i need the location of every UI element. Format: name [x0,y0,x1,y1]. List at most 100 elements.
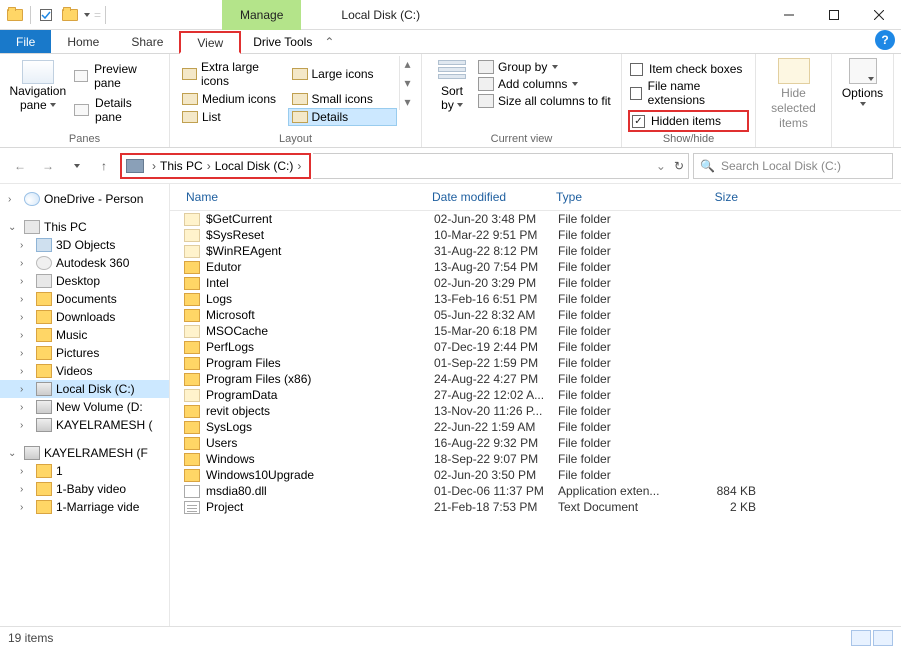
file-row[interactable]: MSOCache15-Mar-20 6:18 PMFile folder [170,323,901,339]
close-button[interactable] [856,0,901,30]
file-row[interactable]: $WinREAgent31-Aug-22 8:12 PMFile folder [170,243,901,259]
breadcrumb-this-pc[interactable]: This PC [160,159,203,173]
search-input[interactable]: 🔍 Search Local Disk (C:) [693,153,893,179]
file-row[interactable]: Windows10Upgrade02-Jun-20 3:50 PMFile fo… [170,467,901,483]
tree-new-volume-d[interactable]: ›New Volume (D: [0,398,169,416]
details-pane-button[interactable]: Details pane [70,94,163,126]
tree-videos[interactable]: ›Videos [0,362,169,380]
tab-share[interactable]: Share [115,30,179,53]
layout-large[interactable]: Large icons [288,58,398,90]
tab-drive-tools[interactable]: Drive Tools [241,30,324,53]
item-checkboxes-toggle[interactable]: Item check boxes [628,62,749,76]
file-extensions-toggle[interactable]: File name extensions [628,79,749,107]
refresh-button[interactable]: ↻ [674,159,684,173]
file-row[interactable]: Users16-Aug-22 9:32 PMFile folder [170,435,901,451]
folder-icon [184,325,200,338]
layout-gallery-scroll[interactable]: ▴▾▾ [399,56,415,110]
column-size[interactable]: Size [666,188,746,206]
qat-check-icon[interactable] [35,4,57,26]
thumbnails-view-toggle[interactable] [873,630,893,646]
tree-downloads[interactable]: ›Downloads [0,308,169,326]
file-row[interactable]: msdia80.dll01-Dec-06 11:37 PMApplication… [170,483,901,499]
tree-baby-video[interactable]: ›1-Baby video [0,480,169,498]
file-row[interactable]: Microsoft05-Jun-22 8:32 AMFile folder [170,307,901,323]
qat-folder-icon[interactable] [59,4,81,26]
file-row[interactable]: Project21-Feb-18 7:53 PMText Document2 K… [170,499,901,515]
tree-marriage-video[interactable]: ›1-Marriage vide [0,498,169,516]
file-row[interactable]: SysLogs22-Jun-22 1:59 AMFile folder [170,419,901,435]
file-row[interactable]: Program Files01-Sep-22 1:59 PMFile folde… [170,355,901,371]
preview-pane-button[interactable]: Preview pane [70,60,163,92]
navigation-tree[interactable]: ›OneDrive - Person ⌄This PC ›3D Objects … [0,184,170,626]
tree-autodesk[interactable]: ›Autodesk 360 [0,254,169,272]
chevron-down-icon [457,103,463,107]
qat-customize-caret[interactable] [84,13,90,17]
options-button[interactable]: Options [832,54,894,147]
tree-local-disk-c[interactable]: ›Local Disk (C:) [0,380,169,398]
collapse-ribbon-button[interactable]: ⌃ [324,30,334,53]
tab-file[interactable]: File [0,30,51,53]
chevron-right-icon[interactable]: › [207,159,211,173]
tab-view[interactable]: View [179,31,241,54]
file-row[interactable]: Windows18-Sep-22 9:07 PMFile folder [170,451,901,467]
layout-small[interactable]: Small icons [288,90,398,108]
navigation-pane-button[interactable]: Navigation pane [6,56,70,126]
search-placeholder: Search Local Disk (C:) [721,159,841,173]
column-date[interactable]: Date modified [424,188,548,206]
tree-3d-objects[interactable]: ›3D Objects [0,236,169,254]
column-name[interactable]: Name [170,188,424,206]
hide-selected-button[interactable]: Hide selecteditems [756,54,832,147]
file-row[interactable]: Program Files (x86)24-Aug-22 4:27 PMFile… [170,371,901,387]
file-row[interactable]: $SysReset10-Mar-22 9:51 PMFile folder [170,227,901,243]
hidden-items-toggle[interactable]: ✓Hidden items [628,110,749,132]
size-columns-button[interactable]: Size all columns to fit [476,93,613,109]
tree-music[interactable]: ›Music [0,326,169,344]
tree-kayelramesh-f[interactable]: ⌄KAYELRAMESH (F [0,444,169,462]
address-bar[interactable]: ⌄ ↻ [313,153,689,179]
file-row[interactable]: PerfLogs07-Dec-19 2:44 PMFile folder [170,339,901,355]
file-row[interactable]: revit objects13-Nov-20 11:26 P...File fo… [170,403,901,419]
file-row[interactable]: Intel02-Jun-20 3:29 PMFile folder [170,275,901,291]
up-button[interactable]: ↑ [92,154,116,178]
tab-home[interactable]: Home [51,30,115,53]
sort-by-button[interactable]: Sort by [428,56,476,112]
column-type[interactable]: Type [548,188,666,206]
tree-documents[interactable]: ›Documents [0,290,169,308]
forward-button[interactable]: → [36,154,60,178]
tree-desktop[interactable]: ›Desktop [0,272,169,290]
group-by-button[interactable]: Group by [476,59,613,75]
navigation-pane-icon [22,60,54,84]
minimize-button[interactable] [766,0,811,30]
tree-folder-1[interactable]: ›1 [0,462,169,480]
chevron-right-icon[interactable]: › [152,159,156,173]
layout-details[interactable]: Details [288,108,398,126]
history-dropdown-icon[interactable]: ⌄ [656,159,666,173]
tree-this-pc[interactable]: ⌄This PC [0,218,169,236]
file-row[interactable]: $GetCurrent02-Jun-20 3:48 PMFile folder [170,211,901,227]
maximize-button[interactable] [811,0,856,30]
breadcrumb[interactable]: › This PC › Local Disk (C:) › [120,153,311,179]
file-row[interactable]: Logs13-Feb-16 6:51 PMFile folder [170,291,901,307]
layout-medium[interactable]: Medium icons [178,90,288,108]
add-columns-button[interactable]: Add columns [476,76,613,92]
tree-kayelramesh[interactable]: ›KAYELRAMESH ( [0,416,169,434]
layout-extra-large[interactable]: Extra large icons [178,58,288,90]
view-mode-toggles [851,630,893,646]
layout-list[interactable]: List [178,108,288,126]
details-view-toggle[interactable] [851,630,871,646]
file-row[interactable]: ProgramData27-Aug-22 12:02 A...File fold… [170,387,901,403]
file-type: File folder [558,212,676,226]
tree-pictures[interactable]: ›Pictures [0,344,169,362]
label: Details pane [95,96,159,124]
file-row[interactable]: Edutor13-Aug-20 7:54 PMFile folder [170,259,901,275]
app-folder-icon[interactable] [4,4,26,26]
tree-onedrive[interactable]: ›OneDrive - Person [0,190,169,208]
contextual-tab-manage[interactable]: Manage [222,0,301,30]
ribbon-tabs: File Home Share View Drive Tools ⌃ ? [0,30,901,54]
help-icon[interactable]: ? [875,30,895,50]
folder-icon [184,293,200,306]
back-button[interactable]: ← [8,154,32,178]
chevron-right-icon[interactable]: › [297,159,301,173]
breadcrumb-local-disk[interactable]: Local Disk (C:) [215,159,294,173]
recent-locations-button[interactable] [64,154,88,178]
